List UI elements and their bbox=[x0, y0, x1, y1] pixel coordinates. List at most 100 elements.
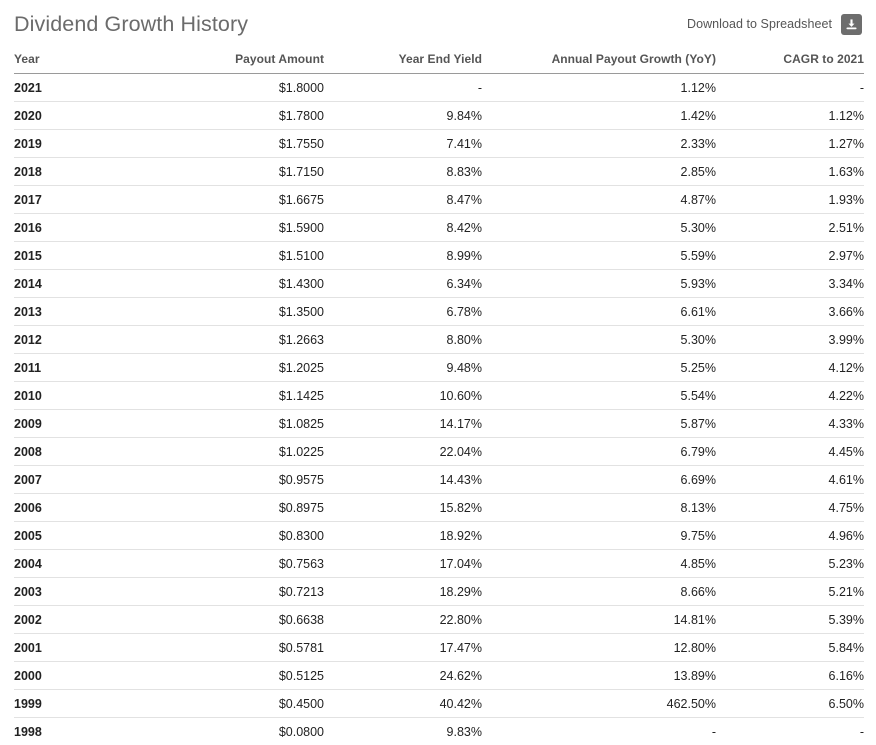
cell-year: 2020 bbox=[14, 102, 214, 130]
cell-year-end-yield: 8.47% bbox=[324, 186, 482, 214]
cell-cagr: 4.33% bbox=[716, 410, 864, 438]
cell-payout-amount: $1.5900 bbox=[214, 214, 324, 242]
table-body: 2021$1.8000-1.12%-2020$1.78009.84%1.42%1… bbox=[14, 74, 864, 745]
table-row: 2013$1.35006.78%6.61%3.66% bbox=[14, 298, 864, 326]
cell-year: 2019 bbox=[14, 130, 214, 158]
table-row: 2005$0.830018.92%9.75%4.96% bbox=[14, 522, 864, 550]
cell-payout-amount: $0.4500 bbox=[214, 690, 324, 718]
column-header-year[interactable]: Year bbox=[14, 48, 214, 74]
cell-year: 2006 bbox=[14, 494, 214, 522]
cell-year: 2017 bbox=[14, 186, 214, 214]
cell-annual-payout-growth: 462.50% bbox=[482, 690, 716, 718]
cell-year: 2015 bbox=[14, 242, 214, 270]
column-header-cagr[interactable]: CAGR to 2021 bbox=[716, 48, 864, 74]
cell-year: 2004 bbox=[14, 550, 214, 578]
dividend-growth-history-panel: Dividend Growth History Download to Spre… bbox=[0, 0, 876, 733]
table-row: 2017$1.66758.47%4.87%1.93% bbox=[14, 186, 864, 214]
cell-payout-amount: $1.7150 bbox=[214, 158, 324, 186]
table-row: 2009$1.082514.17%5.87%4.33% bbox=[14, 410, 864, 438]
cell-year: 2005 bbox=[14, 522, 214, 550]
cell-cagr: 3.66% bbox=[716, 298, 864, 326]
cell-payout-amount: $1.2663 bbox=[214, 326, 324, 354]
cell-year-end-yield: 6.78% bbox=[324, 298, 482, 326]
table-row: 1998$0.08009.83%-- bbox=[14, 718, 864, 745]
cell-year-end-yield: 22.04% bbox=[324, 438, 482, 466]
column-header-year-end-yield[interactable]: Year End Yield bbox=[324, 48, 482, 74]
cell-payout-amount: $1.8000 bbox=[214, 74, 324, 102]
cell-cagr: - bbox=[716, 74, 864, 102]
cell-annual-payout-growth: 5.30% bbox=[482, 326, 716, 354]
cell-year-end-yield: 9.48% bbox=[324, 354, 482, 382]
table-area: Year Payout Amount Year End Yield Annual… bbox=[0, 48, 876, 745]
cell-cagr: 2.97% bbox=[716, 242, 864, 270]
table-row: 2004$0.756317.04%4.85%5.23% bbox=[14, 550, 864, 578]
table-row: 2012$1.26638.80%5.30%3.99% bbox=[14, 326, 864, 354]
cell-payout-amount: $0.7213 bbox=[214, 578, 324, 606]
table-row: 2015$1.51008.99%5.59%2.97% bbox=[14, 242, 864, 270]
table-row: 2008$1.022522.04%6.79%4.45% bbox=[14, 438, 864, 466]
cell-year: 2013 bbox=[14, 298, 214, 326]
cell-annual-payout-growth: 1.12% bbox=[482, 74, 716, 102]
download-icon[interactable] bbox=[841, 14, 862, 35]
cell-year-end-yield: 22.80% bbox=[324, 606, 482, 634]
cell-cagr: 4.45% bbox=[716, 438, 864, 466]
table-row: 2011$1.20259.48%5.25%4.12% bbox=[14, 354, 864, 382]
cell-year: 2009 bbox=[14, 410, 214, 438]
cell-payout-amount: $1.6675 bbox=[214, 186, 324, 214]
table-row: 2021$1.8000-1.12%- bbox=[14, 74, 864, 102]
cell-year: 2003 bbox=[14, 578, 214, 606]
cell-year: 2007 bbox=[14, 466, 214, 494]
table-row: 2010$1.142510.60%5.54%4.22% bbox=[14, 382, 864, 410]
cell-year-end-yield: 14.17% bbox=[324, 410, 482, 438]
cell-cagr: - bbox=[716, 718, 864, 745]
cell-cagr: 6.50% bbox=[716, 690, 864, 718]
cell-payout-amount: $1.5100 bbox=[214, 242, 324, 270]
cell-annual-payout-growth: 8.13% bbox=[482, 494, 716, 522]
cell-payout-amount: $0.8300 bbox=[214, 522, 324, 550]
cell-annual-payout-growth: - bbox=[482, 718, 716, 745]
column-header-payout-amount[interactable]: Payout Amount bbox=[214, 48, 324, 74]
cell-cagr: 1.27% bbox=[716, 130, 864, 158]
column-header-annual-payout-growth[interactable]: Annual Payout Growth (YoY) bbox=[482, 48, 716, 74]
cell-year: 2001 bbox=[14, 634, 214, 662]
cell-cagr: 5.23% bbox=[716, 550, 864, 578]
cell-payout-amount: $1.2025 bbox=[214, 354, 324, 382]
cell-year: 2010 bbox=[14, 382, 214, 410]
table-row: 2007$0.957514.43%6.69%4.61% bbox=[14, 466, 864, 494]
cell-annual-payout-growth: 6.69% bbox=[482, 466, 716, 494]
cell-annual-payout-growth: 4.85% bbox=[482, 550, 716, 578]
cell-year: 1998 bbox=[14, 718, 214, 745]
cell-year-end-yield: 8.99% bbox=[324, 242, 482, 270]
cell-annual-payout-growth: 9.75% bbox=[482, 522, 716, 550]
cell-payout-amount: $1.4300 bbox=[214, 270, 324, 298]
cell-cagr: 6.16% bbox=[716, 662, 864, 690]
cell-annual-payout-growth: 2.33% bbox=[482, 130, 716, 158]
cell-year-end-yield: 7.41% bbox=[324, 130, 482, 158]
cell-year: 2014 bbox=[14, 270, 214, 298]
cell-cagr: 4.22% bbox=[716, 382, 864, 410]
cell-payout-amount: $0.0800 bbox=[214, 718, 324, 745]
cell-cagr: 2.51% bbox=[716, 214, 864, 242]
table-row: 1999$0.450040.42%462.50%6.50% bbox=[14, 690, 864, 718]
cell-payout-amount: $1.1425 bbox=[214, 382, 324, 410]
cell-cagr: 3.34% bbox=[716, 270, 864, 298]
cell-cagr: 5.84% bbox=[716, 634, 864, 662]
cell-payout-amount: $0.7563 bbox=[214, 550, 324, 578]
cell-annual-payout-growth: 6.61% bbox=[482, 298, 716, 326]
cell-cagr: 4.12% bbox=[716, 354, 864, 382]
cell-annual-payout-growth: 5.93% bbox=[482, 270, 716, 298]
cell-payout-amount: $0.8975 bbox=[214, 494, 324, 522]
cell-year-end-yield: 24.62% bbox=[324, 662, 482, 690]
cell-annual-payout-growth: 12.80% bbox=[482, 634, 716, 662]
cell-year: 2000 bbox=[14, 662, 214, 690]
cell-year: 2021 bbox=[14, 74, 214, 102]
table-row: 2019$1.75507.41%2.33%1.27% bbox=[14, 130, 864, 158]
cell-annual-payout-growth: 13.89% bbox=[482, 662, 716, 690]
cell-payout-amount: $1.0225 bbox=[214, 438, 324, 466]
cell-cagr: 5.21% bbox=[716, 578, 864, 606]
cell-annual-payout-growth: 5.25% bbox=[482, 354, 716, 382]
cell-cagr: 5.39% bbox=[716, 606, 864, 634]
download-to-spreadsheet-button[interactable]: Download to Spreadsheet bbox=[687, 14, 862, 35]
cell-year: 2016 bbox=[14, 214, 214, 242]
cell-year: 2008 bbox=[14, 438, 214, 466]
